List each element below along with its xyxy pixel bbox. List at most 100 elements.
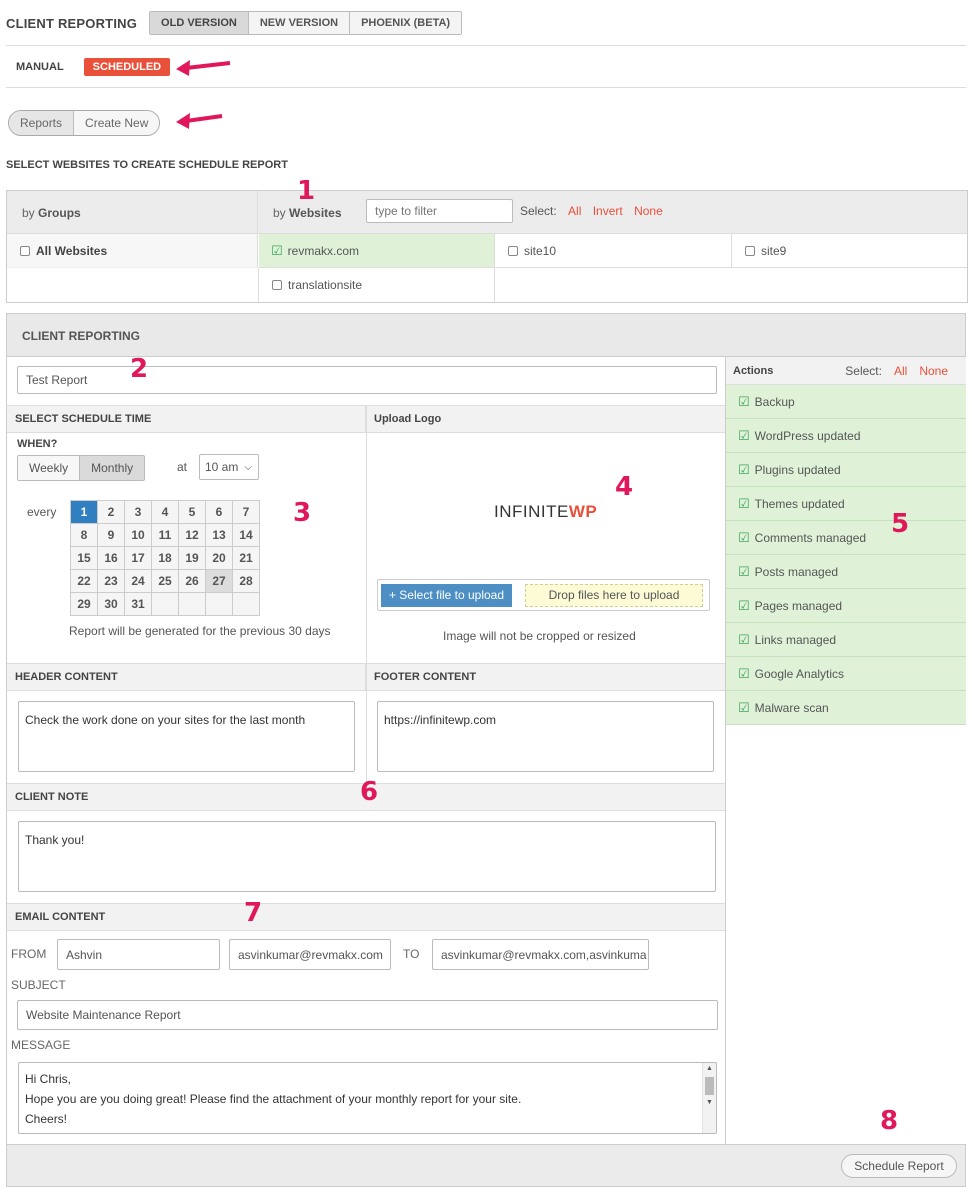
calendar-day[interactable]: 5: [178, 500, 206, 524]
calendar-day[interactable]: 8: [70, 523, 98, 547]
action-label: Themes updated: [754, 496, 845, 511]
select-no-actions[interactable]: None: [919, 364, 948, 378]
site-item-site10[interactable]: site10: [495, 234, 732, 268]
from-email-input[interactable]: [229, 939, 391, 970]
calendar-day[interactable]: 23: [97, 569, 125, 593]
message-textarea[interactable]: Hi Chris, Hope you are you doing great! …: [18, 1062, 717, 1134]
new-version-button[interactable]: NEW VERSION: [248, 12, 351, 34]
scroll-up-icon[interactable]: ▲: [703, 1063, 716, 1075]
annotation-3: 3: [293, 498, 312, 528]
to-email-input[interactable]: [432, 939, 649, 970]
checkbox-icon[interactable]: [20, 246, 30, 256]
scroll-thumb[interactable]: [705, 1077, 714, 1095]
select-no-sites[interactable]: None: [634, 204, 663, 218]
calendar-day[interactable]: 25: [151, 569, 179, 593]
header-content-textarea[interactable]: Check the work done on your sites for th…: [18, 701, 355, 772]
website-filter-input[interactable]: [366, 199, 513, 223]
checkbox-icon[interactable]: [272, 280, 282, 290]
calendar-day[interactable]: 14: [232, 523, 260, 547]
calendar-day[interactable]: 4: [151, 500, 179, 524]
calendar-day[interactable]: 13: [205, 523, 233, 547]
select-all-actions[interactable]: All: [894, 364, 907, 378]
subject-input[interactable]: [17, 1000, 718, 1030]
calendar-day[interactable]: 6: [205, 500, 233, 524]
footer-content-textarea[interactable]: https://infinitewp.com: [377, 701, 714, 772]
report-name-input[interactable]: [17, 366, 717, 394]
calendar-day[interactable]: 21: [232, 546, 260, 570]
calendar-day[interactable]: 26: [178, 569, 206, 593]
calendar-day[interactable]: 27: [205, 569, 233, 593]
calendar-day[interactable]: 16: [97, 546, 125, 570]
old-version-button[interactable]: OLD VERSION: [150, 12, 249, 34]
calendar-day[interactable]: 31: [124, 592, 152, 616]
calendar-day[interactable]: 28: [232, 569, 260, 593]
action-item[interactable]: ☑ Google Analytics: [726, 657, 966, 691]
checkbox-icon[interactable]: [508, 246, 518, 256]
calendar-day[interactable]: 7: [232, 500, 260, 524]
monthly-button[interactable]: Monthly: [80, 456, 145, 480]
invert-sites[interactable]: Invert: [593, 204, 623, 218]
reports-button[interactable]: Reports: [9, 111, 75, 135]
actions-panel: Actions Select: All None ☑ Backup ☑ WordPre…: [725, 357, 966, 1144]
action-item[interactable]: ☑ Plugins updated: [726, 453, 966, 487]
site-select-controls: Select: All Invert None: [520, 204, 663, 218]
select-file-button[interactable]: + Select file to upload: [381, 584, 512, 607]
site-item-site9[interactable]: site9: [732, 234, 967, 268]
action-item[interactable]: ☑ Malware scan: [726, 691, 966, 725]
create-new-button[interactable]: Create New: [74, 111, 160, 135]
from-name-input[interactable]: [57, 939, 220, 970]
calendar-empty-cell: [151, 592, 179, 616]
by-websites-label[interactable]: by Websites: [273, 206, 342, 220]
calendar-day[interactable]: 9: [97, 523, 125, 547]
calendar-empty-cell: [178, 592, 206, 616]
calendar-day[interactable]: 2: [97, 500, 125, 524]
checkbox-icon[interactable]: [745, 246, 755, 256]
calendar-day[interactable]: 30: [97, 592, 125, 616]
client-note-textarea[interactable]: Thank you!: [18, 821, 716, 892]
action-item[interactable]: ☑ Backup: [726, 385, 966, 419]
scroll-down-icon[interactable]: ▼: [703, 1097, 716, 1109]
all-websites-option[interactable]: All Websites: [7, 234, 258, 268]
to-label: TO: [403, 947, 420, 961]
schedule-time-header: SELECT SCHEDULE TIME: [7, 405, 366, 433]
calendar-day[interactable]: 19: [178, 546, 206, 570]
action-item[interactable]: ☑ Pages managed: [726, 589, 966, 623]
calendar-day[interactable]: 17: [124, 546, 152, 570]
check-icon: ☑: [738, 427, 750, 443]
calendar-day[interactable]: 24: [124, 569, 152, 593]
version-switcher: OLD VERSION NEW VERSION PHOENIX (BETA): [149, 11, 463, 35]
action-item[interactable]: ☑ Themes updated: [726, 487, 966, 521]
action-item[interactable]: ☑ WordPress updated: [726, 419, 966, 453]
annotation-7: 7: [244, 898, 263, 928]
phoenix-beta-button[interactable]: PHOENIX (BETA): [350, 12, 462, 34]
select-all-sites[interactable]: All: [568, 204, 581, 218]
panel-header: CLIENT REPORTING: [7, 314, 965, 357]
calendar-day[interactable]: 3: [124, 500, 152, 524]
scheduled-tab[interactable]: SCHEDULED: [83, 58, 171, 76]
annotation-1: 1: [297, 176, 316, 206]
action-item[interactable]: ☑ Posts managed: [726, 555, 966, 589]
action-item[interactable]: ☑ Links managed: [726, 623, 966, 657]
header-content-header: HEADER CONTENT: [7, 663, 366, 691]
calendar-day[interactable]: 22: [70, 569, 98, 593]
by-groups-label[interactable]: by Groups: [22, 206, 81, 220]
schedule-report-button[interactable]: Schedule Report: [841, 1154, 957, 1178]
action-item[interactable]: ☑ Comments managed: [726, 521, 966, 555]
frequency-toggle: Weekly Monthly: [17, 455, 146, 481]
calendar-day[interactable]: 1: [70, 500, 98, 524]
calendar-day[interactable]: 10: [124, 523, 152, 547]
drop-zone[interactable]: Drop files here to upload: [525, 584, 703, 607]
site-item-translationsite[interactable]: translationsite: [259, 268, 495, 302]
calendar-day[interactable]: 15: [70, 546, 98, 570]
message-scrollbar[interactable]: ▲ ▼: [702, 1063, 716, 1133]
calendar-day[interactable]: 29: [70, 592, 98, 616]
calendar-day[interactable]: 12: [178, 523, 206, 547]
time-select[interactable]: 10 am ⌵: [199, 454, 259, 480]
check-icon: ☑: [738, 529, 750, 545]
calendar-day[interactable]: 20: [205, 546, 233, 570]
weekly-button[interactable]: Weekly: [18, 456, 81, 480]
calendar-day[interactable]: 11: [151, 523, 179, 547]
site-item-revmakx[interactable]: ☑ revmakx.com: [259, 234, 495, 268]
manual-tab[interactable]: MANUAL: [16, 61, 64, 73]
calendar-day[interactable]: 18: [151, 546, 179, 570]
